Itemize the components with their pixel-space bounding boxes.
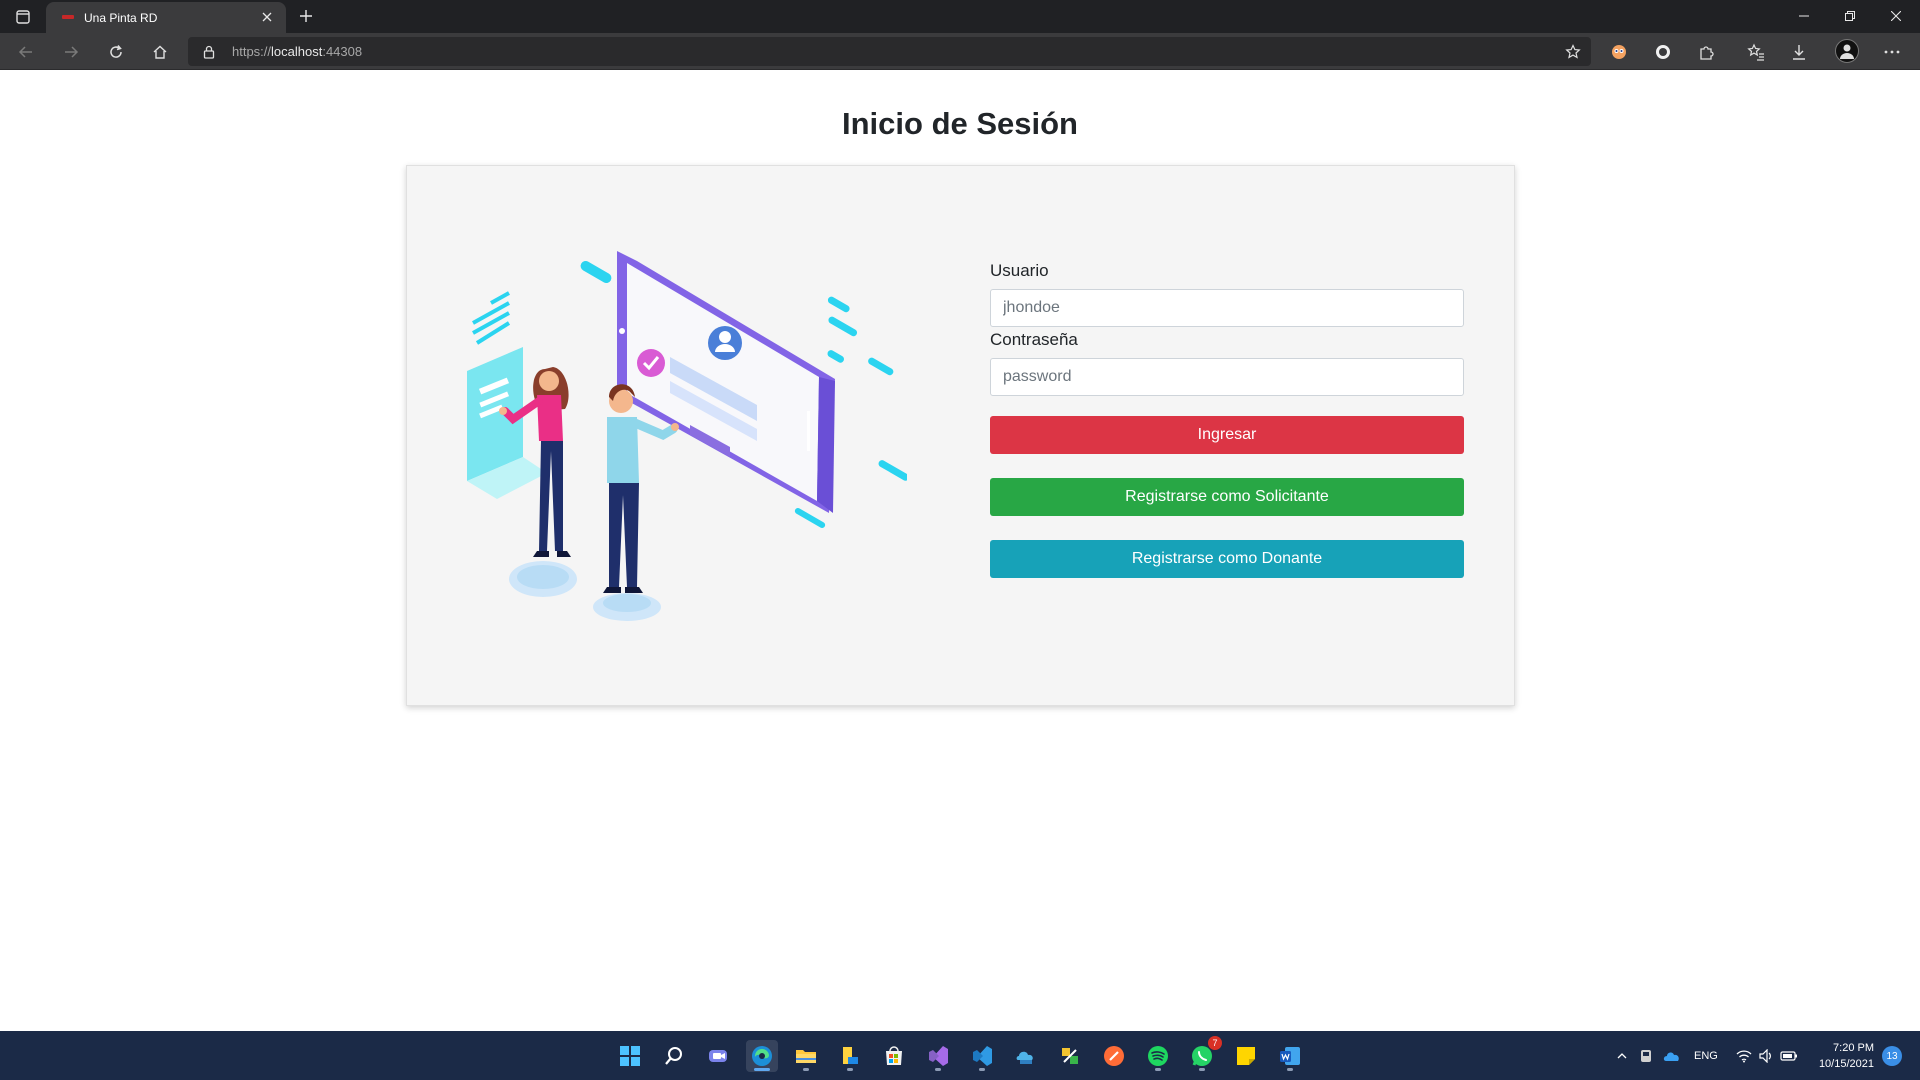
extension-owl-icon[interactable]: [1607, 40, 1631, 64]
tab-favicon-icon: [62, 15, 74, 19]
browser-tab[interactable]: Una Pinta RD: [46, 2, 286, 33]
file-explorer-icon[interactable]: [790, 1040, 822, 1072]
store-icon[interactable]: [878, 1040, 910, 1072]
wifi-icon[interactable]: [1734, 1040, 1754, 1072]
register-donor-button[interactable]: Registrarse como Donante: [990, 540, 1464, 578]
tab-title: Una Pinta RD: [84, 11, 158, 25]
extension-circle-icon[interactable]: [1651, 40, 1675, 64]
windows-taskbar: 7 ENG 7:20 PM 10/15/2021 13: [0, 1031, 1920, 1080]
favorites-icon[interactable]: [1744, 40, 1768, 64]
url-scheme: https://: [232, 44, 272, 59]
sticky-notes-icon[interactable]: [1230, 1040, 1262, 1072]
restore-button[interactable]: [1827, 0, 1873, 32]
login-button[interactable]: Ingresar: [990, 416, 1464, 454]
password-label: Contraseña: [990, 330, 1078, 349]
running-indicator: [803, 1068, 809, 1071]
browser-toolbar: https://localhost:44308: [0, 33, 1920, 70]
whatsapp-icon[interactable]: 7: [1186, 1036, 1222, 1072]
page-title: Inicio de Sesión: [842, 106, 1078, 141]
battery-icon[interactable]: [1778, 1040, 1800, 1072]
active-app-indicator: [754, 1068, 770, 1071]
page-content: Inicio de Sesión Usuario jhondoe Contras…: [0, 71, 1920, 1031]
running-indicator: [1155, 1068, 1161, 1071]
tray-app-icon[interactable]: [1636, 1040, 1656, 1072]
postman-icon[interactable]: [1098, 1040, 1130, 1072]
language-indicator[interactable]: ENG: [1694, 1050, 1718, 1062]
browser-tab-strip: Una Pinta RD: [0, 0, 1920, 33]
login-illustration: [467, 251, 907, 621]
notification-count-badge[interactable]: 13: [1882, 1046, 1902, 1066]
clock-time[interactable]: 7:20 PM: [1822, 1042, 1874, 1054]
file-manager-icon[interactable]: [834, 1040, 866, 1072]
word-icon[interactable]: [1274, 1040, 1306, 1072]
extensions-puzzle-icon[interactable]: [1695, 40, 1719, 64]
azure-data-studio-icon[interactable]: [1010, 1040, 1042, 1072]
forward-button[interactable]: [59, 40, 83, 64]
onedrive-icon[interactable]: [1660, 1040, 1684, 1072]
sql-tool-icon[interactable]: [1054, 1040, 1086, 1072]
address-bar[interactable]: https://localhost:44308: [188, 37, 1591, 66]
login-card: Usuario Contraseña Ingresar Registrarse …: [406, 165, 1515, 706]
show-hidden-icons-chevron-icon[interactable]: [1612, 1040, 1632, 1072]
username-input[interactable]: [990, 289, 1464, 327]
password-input[interactable]: [990, 358, 1464, 396]
visual-studio-icon[interactable]: [922, 1040, 954, 1072]
whatsapp-badge: 7: [1208, 1036, 1222, 1050]
search-icon[interactable]: [658, 1040, 690, 1072]
running-indicator: [935, 1068, 941, 1071]
refresh-button[interactable]: [104, 40, 128, 64]
username-label: Usuario: [990, 261, 1049, 280]
tab-actions-icon[interactable]: [13, 7, 33, 27]
volume-icon[interactable]: [1756, 1040, 1776, 1072]
vscode-icon[interactable]: [966, 1040, 998, 1072]
url-text[interactable]: https://localhost:44308: [232, 44, 362, 59]
settings-more-icon[interactable]: [1880, 40, 1904, 64]
running-indicator: [847, 1068, 853, 1071]
spotify-icon[interactable]: [1142, 1040, 1174, 1072]
running-indicator: [979, 1068, 985, 1071]
close-tab-icon[interactable]: [258, 8, 276, 26]
edge-icon[interactable]: [746, 1040, 778, 1072]
url-port: :44308: [322, 44, 363, 59]
login-form: Usuario Contraseña Ingresar Registrarse …: [990, 261, 1464, 578]
close-window-button[interactable]: [1873, 0, 1919, 32]
lock-icon[interactable]: [202, 45, 216, 59]
register-requester-button[interactable]: Registrarse como Solicitante: [990, 478, 1464, 516]
home-button[interactable]: [148, 40, 172, 64]
running-indicator: [1199, 1068, 1205, 1071]
running-indicator: [1287, 1068, 1293, 1071]
back-button[interactable]: [14, 40, 38, 64]
clock-date[interactable]: 10/15/2021: [1810, 1058, 1874, 1070]
add-favorite-icon[interactable]: [1563, 42, 1583, 62]
downloads-icon[interactable]: [1787, 40, 1811, 64]
minimize-button[interactable]: [1781, 0, 1827, 32]
start-icon[interactable]: [614, 1040, 646, 1072]
new-tab-button[interactable]: [295, 5, 317, 27]
url-host: localhost: [271, 44, 323, 59]
teams-chat-icon[interactable]: [702, 1040, 734, 1072]
profile-avatar[interactable]: [1835, 39, 1859, 63]
